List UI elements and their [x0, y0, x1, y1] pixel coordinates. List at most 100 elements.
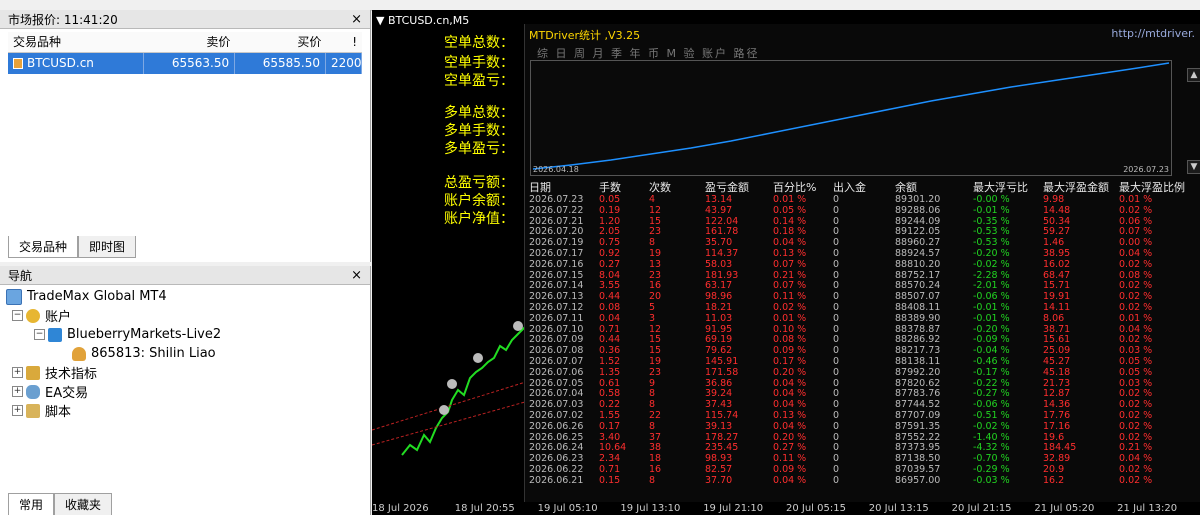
table-header-cell: 余额: [895, 181, 917, 194]
header-bid[interactable]: 卖价: [144, 32, 235, 52]
table-cell: 86957.00: [895, 474, 941, 486]
table-cell: 2026.06.21: [529, 474, 584, 486]
user-icon: [72, 346, 86, 361]
table-cell: 8: [649, 420, 656, 432]
market-watch-tabs: 交易品种 即时图: [8, 236, 137, 258]
table-row: 2026.07.02 1.55 22 115.74 0.13 % 0 87707.09 -0.…: [529, 410, 1199, 422]
tab-symbols[interactable]: 交易品种: [8, 236, 79, 258]
tab-common[interactable]: 常用: [8, 493, 55, 515]
tree-root[interactable]: TradeMax Global MT4: [6, 287, 364, 306]
header-ask[interactable]: 买价: [235, 32, 326, 52]
table-cell: 0.05 %: [1119, 366, 1153, 378]
table-row: 2026.07.09 0.44 15 69.19 0.08 % 0 88286.92 -0.0…: [529, 335, 1199, 346]
equity-svg: [532, 62, 1170, 170]
table-row: 2026.07.23 0.05 4 13.14 0.01 % 0 89301.20 -0.00…: [529, 194, 1199, 206]
tree-broker[interactable]: − BlueberryMarkets-Live2: [6, 325, 364, 344]
tree-ea[interactable]: + EA交易: [6, 382, 364, 401]
time-tick: 19 Jul 13:10: [620, 503, 681, 514]
table-row: 2026.06.26 0.17 8 39.13 0.04 % 0 87591.35 -0.02…: [529, 420, 1199, 433]
table-cell: 0.15: [599, 474, 621, 486]
tree-scripts[interactable]: + 脚本: [6, 401, 364, 420]
table-row: 2026.07.05 0.61 9 36.86 0.04 % 0 87820.62 -0.22…: [529, 378, 1199, 390]
panel-url[interactable]: http://mtdriver.: [1111, 27, 1195, 40]
table-cell: 2026.07.16: [529, 258, 584, 270]
table-cell: -0.03 %: [973, 474, 1010, 486]
mtdriver-stats-panel: MTDriver统计 ,V3.25 http://mtdriver. 综 日 周…: [524, 24, 1200, 502]
tab-favorites[interactable]: 收藏夹: [54, 493, 113, 515]
tree-indicators[interactable]: + 技术指标: [6, 363, 364, 382]
header-spread[interactable]: !: [326, 32, 362, 52]
table-cell: 0.17: [599, 420, 621, 432]
ask-cell: 65585.50: [235, 53, 326, 74]
scroll-down-icon[interactable]: ▼: [1187, 160, 1200, 174]
table-row: 2026.06.21 0.15 8 37.70 0.04 % 0 86957.00 -0.03…: [529, 474, 1199, 487]
table-cell: 14.48: [1043, 204, 1071, 216]
table-row: 2026.07.20 2.05 23 161.78 0.18 % 0 89122.05 -0.…: [529, 227, 1199, 238]
table-cell: 0.02 %: [1119, 420, 1153, 432]
stat-line: 总盈亏额：: [444, 175, 514, 191]
symbol-cell: BTCUSD.cn: [8, 53, 145, 74]
table-cell: 16.2: [1043, 474, 1065, 486]
table-header-cell: 出入金: [833, 181, 866, 194]
time-tick: 18 Jul 20:55: [454, 503, 515, 514]
table-cell: 45.18: [1043, 366, 1071, 378]
scroll-up-icon[interactable]: ▲: [1187, 68, 1200, 82]
expand-icon[interactable]: +: [12, 367, 23, 378]
table-cell: 12: [649, 204, 662, 216]
collapse-icon[interactable]: −: [12, 310, 23, 321]
close-icon[interactable]: ×: [351, 268, 362, 283]
table-header-cell: 盈亏金额: [705, 181, 749, 194]
table-row: 2026.07.06 1.35 23 171.58 0.20 % 0 87992.20 -0.…: [529, 366, 1199, 379]
expand-icon[interactable]: +: [12, 386, 23, 397]
table-cell: 1.35: [599, 366, 621, 378]
table-cell: 8.06: [1043, 312, 1065, 324]
table-row: 2026.07.07 1.52 19 145.91 0.17 % 0 88138.11 -0.…: [529, 356, 1199, 368]
trade-marker: [473, 353, 483, 363]
tree-account[interactable]: 865813: Shilin Liao: [6, 344, 364, 363]
panel-period-menu[interactable]: 综 日 周 月 季 年 币 M 验 账户 路径: [537, 45, 759, 61]
table-header-cell: 手数: [599, 181, 621, 194]
table-cell: 0.02 %: [1119, 204, 1153, 216]
table-cell: 0.20 %: [773, 366, 807, 378]
chart-window[interactable]: ▼ BTCUSD.cn,M5 空单总数： 空单手数： 空单盈亏： 多单总数： 多单手数：…: [372, 10, 1200, 515]
table-cell: -0.02 %: [973, 258, 1010, 270]
table-cell: 16.02: [1043, 258, 1071, 270]
collapse-icon[interactable]: −: [34, 329, 45, 340]
equity-line: [532, 62, 1170, 170]
stat-line: 账户余额：: [444, 193, 514, 209]
tree-indicators-label: 技术指标: [45, 367, 98, 382]
chart-symbol-label: BTCUSD.cn,M5: [387, 14, 470, 27]
market-watch-title-bar: 市场报价: 11:41:20 ×: [0, 10, 370, 29]
panel-title: MTDriver统计 ,V3.25: [529, 29, 641, 42]
table-cell: 0.07 %: [773, 258, 807, 270]
tab-tick-chart[interactable]: 即时图: [78, 236, 137, 258]
table-cell: 87591.35: [895, 420, 941, 432]
table-cell: 2026.07.06: [529, 366, 584, 378]
terminal-icon: [6, 288, 22, 305]
table-cell: 89288.06: [895, 204, 941, 216]
symbol-row[interactable]: BTCUSD.cn 65563.50 65585.50 2200: [8, 53, 362, 74]
table-row: 2026.07.12 0.08 5 18.21 0.02 % 0 88408.11 -0.01…: [529, 302, 1199, 314]
chart-title: ▼ BTCUSD.cn,M5: [376, 14, 470, 27]
time-axis: 18 Jul 2026 18 Jul 20:55 19 Jul 05:10 19 Ju…: [372, 503, 1200, 515]
table-row: 2026.07.17 0.92 19 114.37 0.13 % 0 88924.57 -0.…: [529, 248, 1199, 260]
header-symbol[interactable]: 交易品种: [8, 32, 144, 52]
stats-table-body: 2026.07.23 0.05 4 13.14 0.01 % 0 89301.20 -0.00…: [529, 194, 1199, 487]
scripts-icon: [26, 403, 40, 418]
table-row: 2026.06.24 10.64 38 235.45 0.27 % 0 87373.95 -4…: [529, 443, 1199, 454]
tree-accounts[interactable]: − 账户: [6, 306, 364, 325]
table-cell: 0: [833, 366, 840, 378]
close-icon[interactable]: ×: [351, 12, 362, 27]
table-row: 2026.06.25 3.40 37 178.27 0.20 % 0 87552.22 -1.…: [529, 432, 1199, 444]
table-cell: 0: [833, 420, 840, 432]
navigator-tabs: 常用 收藏夹: [8, 493, 113, 515]
time-tick: 18 Jul 2026: [372, 503, 429, 514]
time-tick: 19 Jul 05:10: [537, 503, 598, 514]
table-cell: -0.01 %: [973, 204, 1010, 216]
symbol-icon: [13, 58, 23, 69]
tree-scripts-label: 脚本: [45, 405, 72, 420]
expand-icon[interactable]: +: [12, 405, 23, 416]
table-row: 2026.07.19 0.75 8 35.70 0.04 % 0 88960.27 -0.53…: [529, 237, 1199, 249]
stat-line: 账户净值：: [444, 211, 514, 227]
spread-cell: 2200: [326, 53, 362, 74]
